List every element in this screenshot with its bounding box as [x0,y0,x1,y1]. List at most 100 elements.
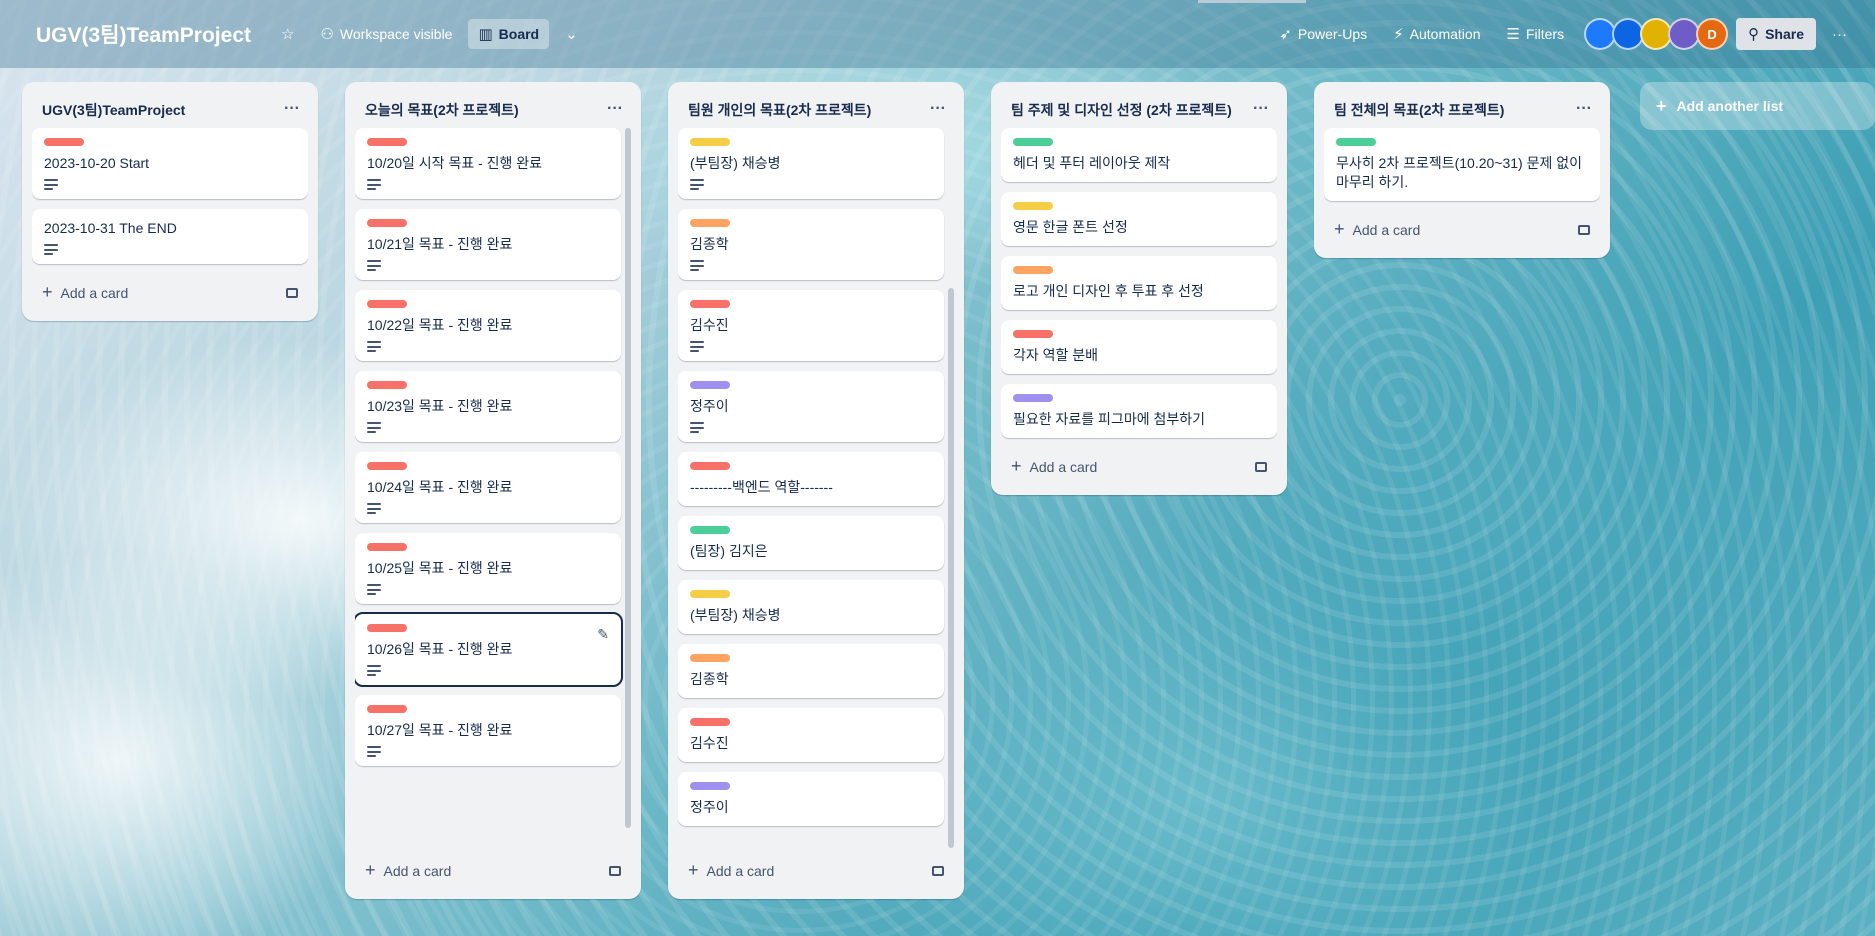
list[interactable]: 팀 전체의 목표(2차 프로젝트) ··· 무사히 2차 프로젝트(10.20~31… [1314,82,1610,258]
card[interactable]: 무사히 2차 프로젝트(10.20~31) 문제 없이 마무리 하기. [1324,128,1600,201]
card-label-red[interactable] [367,624,407,632]
card[interactable]: 로고 개인 디자인 후 투표 후 선정 [1001,256,1277,310]
pencil-icon[interactable]: ✎ [597,626,609,643]
list[interactable]: 오늘의 목표(2차 프로젝트) ··· 10/20일 시작 목표 - 진행 완료 10… [345,82,641,899]
card-label-green[interactable] [1013,138,1053,146]
card-label-purple[interactable] [690,381,730,389]
card-label-orange[interactable] [1013,266,1053,274]
card-label-red[interactable] [367,219,407,227]
card-template-icon[interactable] [1255,461,1267,472]
list-title[interactable]: 팀 전체의 목표(2차 프로젝트) [1334,100,1504,120]
list-menu-icon[interactable]: ··· [1568,100,1592,118]
card[interactable]: 10/22일 목표 - 진행 완료 [355,290,621,361]
member-avatars[interactable]: D [1584,18,1729,50]
card-label-yellow[interactable] [1013,202,1053,210]
card-template-icon[interactable] [286,287,298,298]
visibility-button[interactable]: ⚇ Workspace visible [310,19,462,49]
add-card-action[interactable]: + Add a card [42,282,128,303]
add-card-action[interactable]: + Add a card [688,860,774,881]
list-header[interactable]: 오늘의 목표(2차 프로젝트) ··· [355,90,631,128]
list-title[interactable]: 팀원 개인의 목표(2차 프로젝트) [688,100,871,120]
card-label-red[interactable] [367,705,407,713]
card-label-purple[interactable] [690,782,730,790]
card-label-yellow[interactable] [690,590,730,598]
card-label-red[interactable] [367,300,407,308]
list[interactable]: 팀 주제 및 디자인 선정 (2차 프로젝트) ··· 헤더 및 푸터 레이아웃 제… [991,82,1287,495]
card[interactable]: 정주이 [678,772,944,826]
card[interactable]: 10/26일 목표 - 진행 완료 ✎ [355,612,623,687]
board-menu-button[interactable]: ··· [1822,20,1857,49]
list-title[interactable]: UGV(3팀)TeamProject [42,100,185,120]
card[interactable]: 각자 역할 분배 [1001,320,1277,374]
add-list-button[interactable]: + Add another list [1640,82,1875,130]
card[interactable]: 10/20일 시작 목표 - 진행 완료 [355,128,621,199]
list-header[interactable]: UGV(3팀)TeamProject ··· [32,90,308,128]
card-template-icon[interactable] [609,865,621,876]
card-label-green[interactable] [690,526,730,534]
share-button[interactable]: ⚲ Share [1736,18,1816,50]
list[interactable]: UGV(3팀)TeamProject ··· 2023-10-20 Start 202… [22,82,318,321]
card[interactable]: 10/25일 목표 - 진행 완료 [355,533,621,604]
card-label-red[interactable] [367,381,407,389]
star-button[interactable]: ☆ [271,19,304,49]
member-avatar[interactable]: D [1696,18,1729,50]
card[interactable]: 김수진 [678,708,944,762]
list-menu-icon[interactable]: ··· [599,100,623,118]
card[interactable]: (부팀장) 채승병 [678,580,944,634]
card-label-red[interactable] [1013,330,1053,338]
card[interactable]: 10/21일 목표 - 진행 완료 [355,209,621,280]
add-card-button[interactable]: + Add a card [1001,448,1277,485]
card-label-green[interactable] [1336,138,1376,146]
add-card-button[interactable]: + Add a card [1324,211,1600,248]
card-template-icon[interactable] [932,865,944,876]
card-label-red[interactable] [367,462,407,470]
list-scrollbar[interactable] [948,288,954,848]
card[interactable]: 정주이 [678,371,944,442]
card-label-red[interactable] [690,718,730,726]
card[interactable]: 2023-10-31 The END [32,209,308,264]
list-title[interactable]: 팀 주제 및 디자인 선정 (2차 프로젝트) [1011,100,1232,120]
add-card-action[interactable]: + Add a card [365,860,451,881]
board-view-button[interactable]: ▥ Board [468,19,550,49]
list-title[interactable]: 오늘의 목표(2차 프로젝트) [365,100,519,120]
list-header[interactable]: 팀원 개인의 목표(2차 프로젝트) ··· [678,90,954,128]
list-menu-icon[interactable]: ··· [922,100,946,118]
card-label-red[interactable] [367,138,407,146]
add-card-action[interactable]: + Add a card [1334,219,1420,240]
add-card-button[interactable]: + Add a card [355,852,631,889]
add-card-action[interactable]: + Add a card [1011,456,1097,477]
card[interactable]: 10/23일 목표 - 진행 완료 [355,371,621,442]
card-label-red[interactable] [690,300,730,308]
card[interactable]: 10/27일 목표 - 진행 완료 [355,695,621,766]
card[interactable]: 필요한 자료를 피그마에 첨부하기 [1001,384,1277,438]
list-menu-icon[interactable]: ··· [276,100,300,118]
card-template-icon[interactable] [1578,224,1590,235]
card[interactable]: 김종학 [678,644,944,698]
view-switcher-button[interactable]: ⌄ [555,19,588,49]
card[interactable]: 헤더 및 푸터 레이아웃 제작 [1001,128,1277,182]
list-scrollbar[interactable] [625,128,631,828]
list[interactable]: 팀원 개인의 목표(2차 프로젝트) ··· (부팀장) 채승병 김종학 김수진 정주이 -… [668,82,964,899]
add-card-button[interactable]: + Add a card [678,852,954,889]
card-label-red[interactable] [44,138,84,146]
filters-button[interactable]: ☰ Filters [1497,19,1575,49]
board-title[interactable]: UGV(3팀)TeamProject [36,19,251,49]
card-label-yellow[interactable] [690,138,730,146]
card[interactable]: 2023-10-20 Start [32,128,308,199]
card-label-red[interactable] [367,543,407,551]
list-header[interactable]: 팀 주제 및 디자인 선정 (2차 프로젝트) ··· [1001,90,1277,128]
card-label-purple[interactable] [1013,394,1053,402]
card-label-orange[interactable] [690,219,730,227]
card[interactable]: 김종학 [678,209,944,280]
card[interactable]: 10/24일 목표 - 진행 완료 [355,452,621,523]
card-label-red[interactable] [690,462,730,470]
card[interactable]: 김수진 [678,290,944,361]
card[interactable]: 영문 한글 폰트 선정 [1001,192,1277,246]
card[interactable]: (부팀장) 채승병 [678,128,944,199]
card[interactable]: ---------백엔드 역할------- [678,452,944,506]
automation-button[interactable]: ⚡ Automation [1383,19,1490,49]
power-ups-button[interactable]: ➶ Power-Ups [1269,19,1377,49]
list-menu-icon[interactable]: ··· [1245,100,1269,118]
card-label-orange[interactable] [690,654,730,662]
card[interactable]: (팀장) 김지은 [678,516,944,570]
